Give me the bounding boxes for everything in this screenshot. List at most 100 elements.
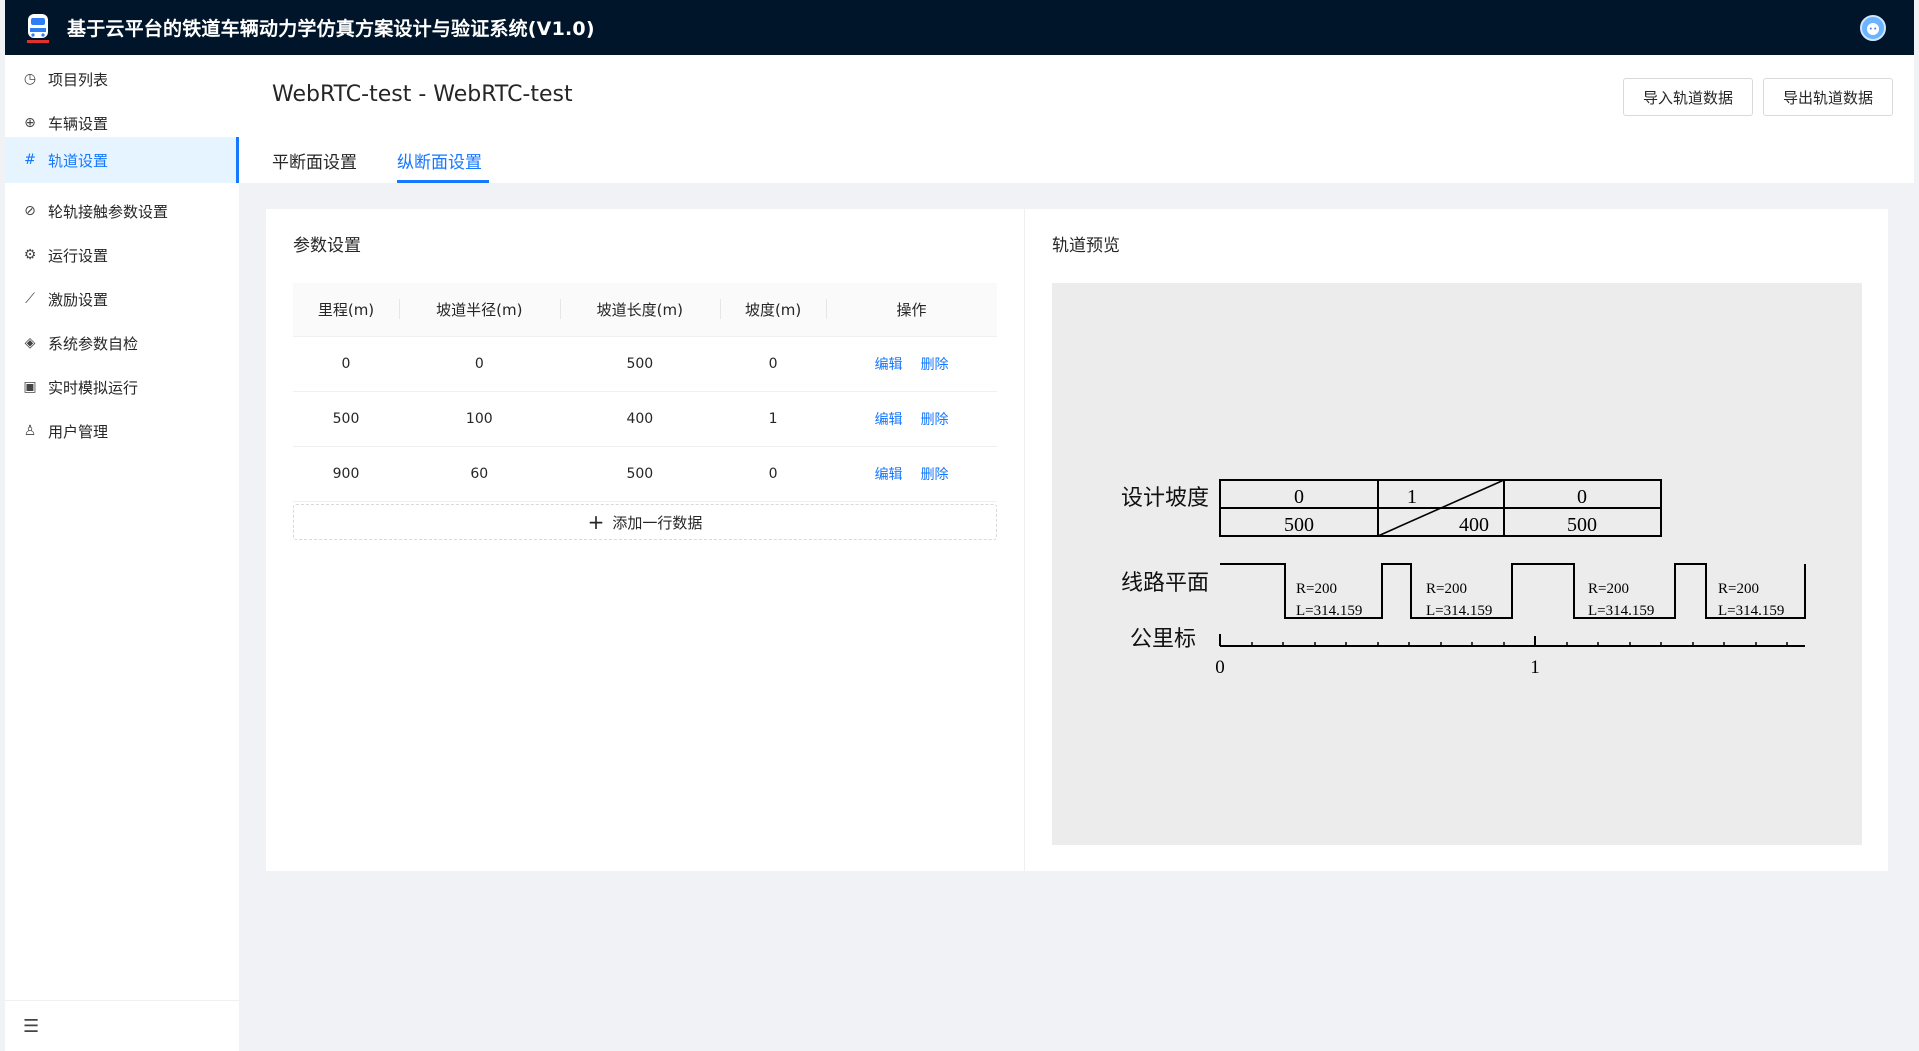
tab-profile[interactable]: 纵断面设置 — [397, 148, 482, 173]
globe-icon: ⊕ — [24, 115, 36, 131]
col-actions: 操作 — [826, 283, 997, 337]
sidebar-item-label: 实时模拟运行 — [48, 378, 139, 397]
delete-link[interactable]: 删除 — [921, 467, 949, 483]
cell-actions: 编辑 删除 — [826, 336, 997, 392]
sidebar-item-excitation[interactable]: ⟋ 激励设置 — [5, 276, 239, 322]
track-preview-canvas: 设计坡度 线路平面 公里标 0 500 1 400 0 500 R=200 L=… — [1052, 283, 1862, 845]
avatar-face-icon — [1867, 23, 1879, 35]
cell-slope: 0 — [720, 446, 827, 502]
col-mileage: 里程(m) — [293, 283, 400, 337]
cell-slope: 1 — [720, 391, 827, 447]
curve-1-radius: R=200 — [1296, 581, 1337, 597]
table-row: 500 100 400 1 编辑 删除 — [293, 391, 997, 447]
link-icon: ⊘ — [24, 203, 36, 219]
active-tab-indicator — [397, 180, 489, 183]
top-header: 基于云平台的铁道车辆动力学仿真方案设计与验证系统(V1.0) — [5, 0, 1914, 55]
add-row-label: 添加一行数据 — [612, 513, 703, 532]
table-row: 0 0 500 0 编辑 删除 — [293, 336, 997, 392]
params-card: 参数设置 里程(m) 坡道半径(m) 坡道长度(m) 坡度(m) 操作 0 0 … — [266, 209, 1024, 871]
edit-link[interactable]: 编辑 — [875, 412, 903, 428]
slope-length-2: 400 — [1459, 514, 1489, 536]
slope-row-label: 设计坡度 — [1121, 486, 1209, 511]
table-header-row: 里程(m) 坡道半径(m) 坡道长度(m) 坡度(m) 操作 — [293, 283, 997, 337]
cell-mileage: 0 — [293, 336, 400, 392]
slope-length-3: 500 — [1567, 514, 1597, 536]
cell-mileage: 900 — [293, 446, 400, 502]
edit-link[interactable]: 编辑 — [875, 467, 903, 483]
menu-fold-icon[interactable]: ☰ — [23, 1016, 39, 1037]
user-avatar[interactable] — [1860, 15, 1886, 41]
tab-plane[interactable]: 平断面设置 — [272, 148, 357, 173]
col-radius: 坡道半径(m) — [399, 283, 560, 337]
sidebar-item-users[interactable]: ♙ 用户管理 — [5, 408, 239, 454]
user-icon: ♙ — [23, 423, 37, 439]
hash-icon: # — [24, 152, 36, 168]
km-label-1: 1 — [1530, 657, 1540, 678]
slope-grade-3: 0 — [1577, 486, 1587, 508]
cell-actions: 编辑 删除 — [826, 391, 997, 447]
dashboard-icon: ◷ — [23, 71, 37, 87]
app-window: 基于云平台的铁道车辆动力学仿真方案设计与验证系统(V1.0) ◷ 项目列表 ⊕ … — [5, 0, 1914, 1051]
sidebar-footer: ☰ — [5, 1000, 239, 1051]
sidebar: ◷ 项目列表 ⊕ 车辆设置 # 轨道设置 ⊘ 轮轨接触参数设置 ⚙ 运行设置 ⟋… — [5, 55, 239, 1051]
app-title: 基于云平台的铁道车辆动力学仿真方案设计与验证系统(V1.0) — [67, 18, 595, 40]
preview-card: 轨道预览 设计坡度 线路平面 公里标 0 500 1 400 0 500 R=2… — [1025, 209, 1888, 871]
sidebar-item-label: 运行设置 — [48, 246, 109, 265]
cell-length: 500 — [559, 446, 721, 502]
plane-row-label: 线路平面 — [1121, 571, 1209, 596]
preview-title: 轨道预览 — [1052, 236, 1120, 256]
cell-mileage: 500 — [293, 391, 400, 447]
gear-icon: ⚙ — [23, 247, 37, 263]
curve-1-length: L=314.159 — [1296, 603, 1362, 619]
plus-icon: + — [587, 510, 605, 534]
shield-check-icon: ◈ — [24, 335, 36, 351]
sidebar-item-label: 轮轨接触参数设置 — [48, 202, 169, 221]
sidebar-item-label: 系统参数自检 — [48, 334, 139, 353]
cell-actions: 编辑 删除 — [826, 446, 997, 502]
sidebar-item-label: 车辆设置 — [48, 114, 109, 133]
sidebar-item-simulation[interactable]: ▣ 实时模拟运行 — [5, 364, 239, 410]
sidebar-item-label: 项目列表 — [48, 70, 109, 89]
slope-grade-1: 0 — [1294, 486, 1304, 508]
slope-grade-2: 1 — [1407, 486, 1417, 508]
sidebar-item-label: 用户管理 — [48, 422, 109, 441]
sidebar-item-run[interactable]: ⚙ 运行设置 — [5, 232, 239, 278]
line-chart-icon: ⟋ — [25, 291, 35, 307]
table-row: 900 60 500 0 编辑 删除 — [293, 446, 997, 502]
delete-link[interactable]: 删除 — [921, 412, 949, 428]
export-track-button[interactable]: 导出轨道数据 — [1763, 78, 1893, 116]
params-table: 里程(m) 坡道半径(m) 坡道长度(m) 坡度(m) 操作 0 0 500 0… — [293, 283, 997, 502]
params-title: 参数设置 — [293, 236, 361, 256]
slope-length-1: 500 — [1284, 514, 1314, 536]
curve-4-length: L=314.159 — [1718, 603, 1784, 619]
cell-radius: 100 — [399, 391, 560, 447]
delete-link[interactable]: 删除 — [921, 357, 949, 373]
track-profile-diagram: 设计坡度 线路平面 公里标 0 500 1 400 0 500 R=200 L=… — [1121, 479, 1806, 678]
cell-length: 500 — [559, 336, 721, 392]
cell-radius: 60 — [399, 446, 560, 502]
sidebar-item-projects[interactable]: ◷ 项目列表 — [5, 56, 239, 102]
curve-3-length: L=314.159 — [1588, 603, 1654, 619]
cell-length: 400 — [559, 391, 721, 447]
sidebar-item-contact[interactable]: ⊘ 轮轨接触参数设置 — [5, 188, 239, 234]
sidebar-item-label: 激励设置 — [48, 290, 109, 309]
add-row-button[interactable]: + 添加一行数据 — [293, 504, 997, 540]
col-slope: 坡度(m) — [720, 283, 827, 337]
sidebar-item-label: 轨道设置 — [48, 151, 109, 170]
sidebar-item-track[interactable]: # 轨道设置 — [5, 137, 239, 183]
sidebar-item-selfcheck[interactable]: ◈ 系统参数自检 — [5, 320, 239, 366]
cell-slope: 0 — [720, 336, 827, 392]
train-logo-icon — [23, 11, 53, 45]
import-track-button[interactable]: 导入轨道数据 — [1623, 78, 1753, 116]
curve-2-length: L=314.159 — [1426, 603, 1492, 619]
page-header: WebRTC-test - WebRTC-test 导入轨道数据 导出轨道数据 … — [239, 55, 1914, 183]
page-title: WebRTC-test - WebRTC-test — [272, 82, 573, 107]
curve-2-radius: R=200 — [1426, 581, 1467, 597]
curve-4-radius: R=200 — [1718, 581, 1759, 597]
curve-3-radius: R=200 — [1588, 581, 1629, 597]
cell-radius: 0 — [399, 336, 560, 392]
km-scale — [1219, 634, 1805, 647]
km-label-0: 0 — [1215, 657, 1225, 678]
km-row-label: 公里标 — [1130, 627, 1196, 652]
edit-link[interactable]: 编辑 — [875, 357, 903, 373]
